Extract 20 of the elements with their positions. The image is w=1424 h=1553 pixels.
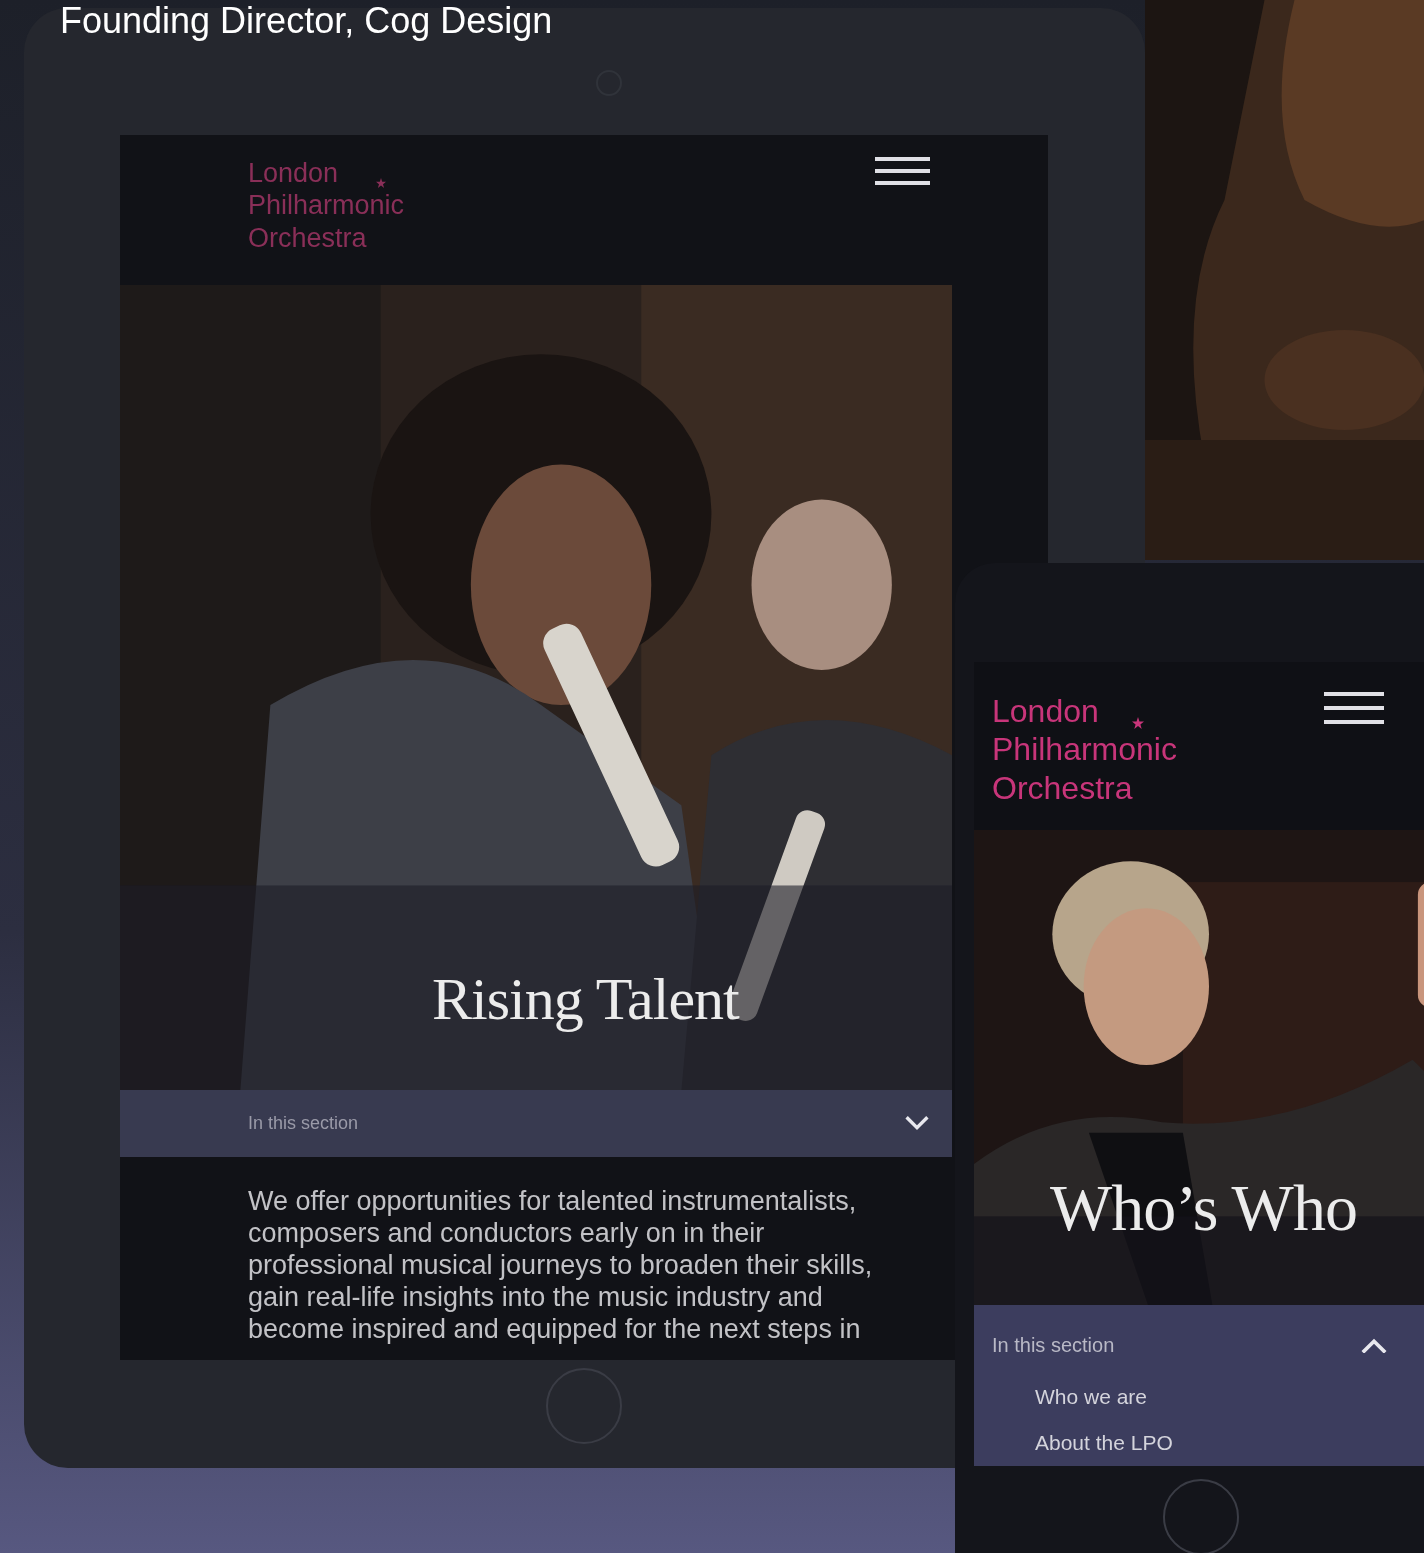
section-dropdown[interactable]: In this section bbox=[974, 1305, 1424, 1385]
logo-text: Orchestra bbox=[248, 221, 367, 255]
menu-button[interactable] bbox=[875, 157, 930, 188]
caption-text: Founding Director, Cog Design bbox=[60, 0, 553, 42]
menu-button[interactable] bbox=[1324, 692, 1384, 727]
logo-text: London bbox=[992, 692, 1099, 731]
hero-title: Who’s Who bbox=[1050, 1170, 1357, 1246]
hero-title: Rising Talent bbox=[432, 965, 739, 1034]
logo-text: Philharmonic bbox=[248, 189, 405, 222]
star-icon bbox=[1132, 717, 1144, 729]
section-menu-item[interactable]: About the LPO bbox=[1035, 1431, 1173, 1455]
logo-text: London bbox=[248, 157, 339, 190]
star-icon bbox=[376, 178, 386, 188]
section-dropdown[interactable]: In this section bbox=[120, 1090, 952, 1157]
intro-paragraph: We offer opportunities for talented instrumentalists, composers and conductors early on in their professional musical journeys to broaden their skills, gain real-life insights into the music industry and become inspired and equipped for the next steps in bbox=[248, 1185, 874, 1345]
section-menu-item[interactable]: Who we are bbox=[1035, 1385, 1148, 1409]
logo-text: Philharmonic bbox=[992, 730, 1177, 769]
menu-icon bbox=[1324, 692, 1384, 724]
menu-icon bbox=[875, 157, 930, 185]
logo-text: Orchestra bbox=[992, 768, 1133, 808]
